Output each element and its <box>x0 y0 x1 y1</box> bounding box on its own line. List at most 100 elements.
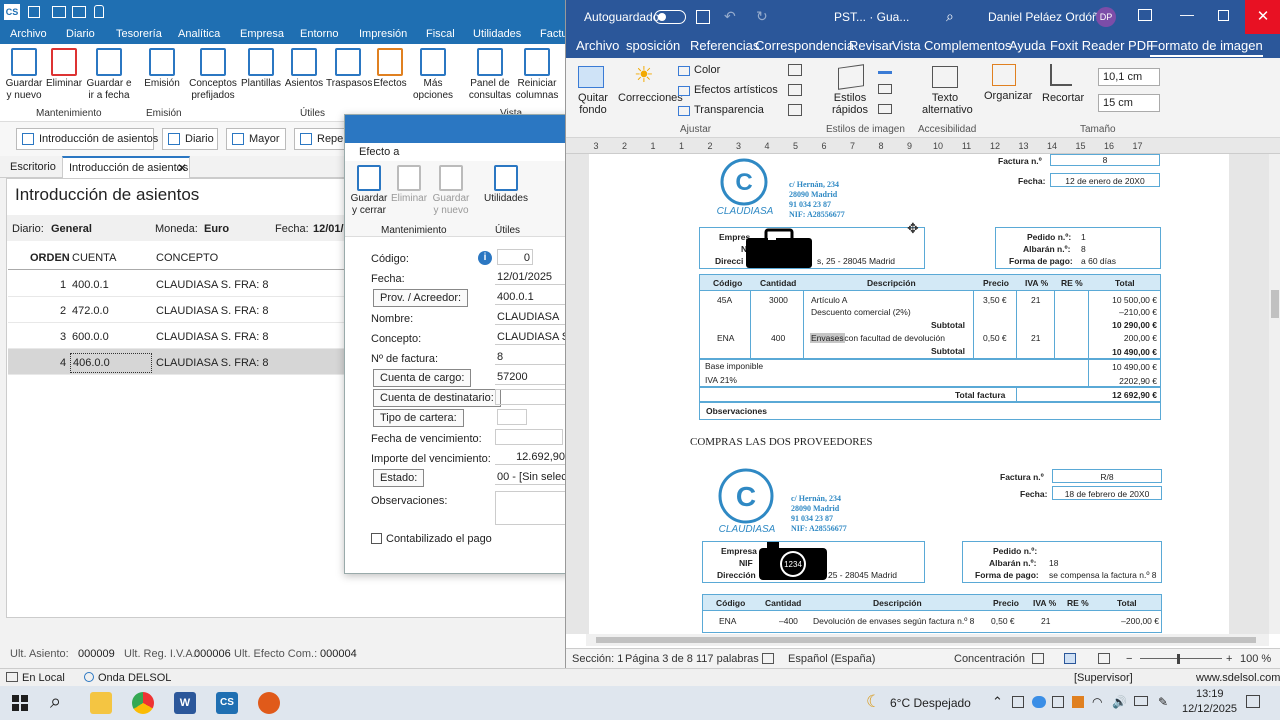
col-orden[interactable]: ORDEN <box>30 252 70 264</box>
info-icon[interactable]: i <box>478 251 492 265</box>
vertical-scrollbar[interactable] <box>1269 154 1280 634</box>
file-explorer-icon[interactable] <box>90 692 112 714</box>
open-icon[interactable] <box>52 6 66 18</box>
border-icon[interactable] <box>878 64 892 74</box>
lock-icon[interactable] <box>94 5 104 18</box>
layout-icon[interactable] <box>878 104 892 114</box>
guardar-cerrar-button[interactable]: Guardar y cerrar <box>349 165 389 217</box>
vencimiento-field[interactable] <box>495 429 563 445</box>
reiniciar-columnas-button[interactable]: Reiniciar columnas <box>514 48 560 102</box>
menu-empresa[interactable]: Empresa <box>240 28 284 40</box>
quick-introduccion-button[interactable]: Introducción de asientos <box>16 128 158 150</box>
estado-button[interactable]: Estado: <box>373 469 425 487</box>
color-button[interactable]: Color <box>694 64 720 76</box>
efectos-button[interactable]: Efectos <box>372 48 408 90</box>
claudiasa-logo[interactable]: C CLAUDIASA <box>713 466 779 535</box>
tray-icon[interactable] <box>1052 696 1064 708</box>
panel-consultas-button[interactable]: Panel de consultas <box>468 48 512 102</box>
section-heading[interactable]: COMPRAS LAS DOS PROVEEDORES <box>690 436 872 448</box>
menu-factu[interactable]: Factu <box>540 28 568 40</box>
chevron-up-icon[interactable]: ⌃ <box>992 694 1003 710</box>
factura-field[interactable]: 8 <box>495 349 571 365</box>
width-input[interactable]: 15 cm <box>1098 94 1160 112</box>
section-indicator[interactable]: Sección: 1 <box>572 653 623 665</box>
hscroll-thumb[interactable] <box>596 637 1256 643</box>
effects-icon[interactable] <box>878 84 892 94</box>
menu-analitica[interactable]: Analítica <box>178 28 220 40</box>
clock-time[interactable]: 13:19 <box>1196 688 1224 700</box>
website-label[interactable]: www.sdelsol.com <box>1196 672 1280 684</box>
new-icon[interactable] <box>28 6 40 18</box>
quick-diario-button[interactable]: Diario <box>162 128 218 150</box>
avatar[interactable]: DP <box>1096 7 1116 27</box>
guardar-nuevo-button[interactable]: Guardar y nuevo <box>4 48 44 102</box>
change-picture-icon[interactable] <box>788 84 802 96</box>
dialog-eliminar-button[interactable]: Eliminar <box>389 165 429 205</box>
menu-fiscal[interactable]: Fiscal <box>426 28 455 40</box>
horizontal-scrollbar[interactable] <box>586 634 1269 646</box>
horizontal-ruler[interactable]: 3 2 1 1 2 3 4 5 6 7 8 9 10 11 12 13 14 15 16 17 <box>566 138 1280 154</box>
dialog-tab[interactable]: Efecto a pagar <box>351 141 423 170</box>
texto-alternativo-button[interactable]: Texto alternativo <box>922 92 973 116</box>
estado-select[interactable]: 00 - [Sin selecció <box>495 469 571 485</box>
menu-tesoreria[interactable]: Tesorería <box>116 28 162 40</box>
importe-field[interactable]: 12.692,90 <box>495 449 567 465</box>
document-page[interactable]: C CLAUDIASA c/ Hernán, 234 28090 Madrid 9… <box>589 154 1229 634</box>
claudiasa-logo[interactable]: C CLAUDIASA <box>711 158 777 217</box>
quick-repercutido-button[interactable]: Repero <box>294 128 350 150</box>
contabilizado-checkbox[interactable] <box>371 533 382 544</box>
zoom-slider-thumb[interactable] <box>1177 654 1180 664</box>
table-row-selected[interactable]: 4 406.0.0 CLAUDIASA S. FRA: 8 <box>8 349 353 375</box>
page-indicator[interactable]: Página 3 de 8 <box>625 653 693 665</box>
cargo-field[interactable]: 57200 <box>495 369 571 385</box>
firefox-icon[interactable] <box>258 692 280 714</box>
zoom-out-icon[interactable]: − <box>1126 653 1132 665</box>
reset-picture-icon[interactable] <box>788 104 802 116</box>
traspasos-button[interactable]: Traspasos <box>326 48 372 90</box>
asientos-button[interactable]: Asientos <box>284 48 324 90</box>
quick-mayor-button[interactable]: Mayor <box>226 128 286 150</box>
tray-icon[interactable] <box>1072 696 1084 708</box>
cuenta-destinatario-button[interactable]: Cuenta de destinatario: <box>373 389 501 407</box>
close-icon[interactable]: ✕ <box>1245 0 1280 34</box>
tab-escritorio[interactable]: Escritorio <box>10 161 56 173</box>
read-mode-icon[interactable] <box>1032 653 1044 664</box>
print-layout-icon[interactable] <box>1064 653 1076 664</box>
ribbon-display-icon[interactable] <box>1138 9 1152 21</box>
menu-entorno[interactable]: Entorno <box>300 28 339 40</box>
web-layout-icon[interactable] <box>1098 653 1110 664</box>
concepto-field[interactable]: CLAUDIASA S. FR <box>495 329 571 345</box>
undo-icon[interactable]: ↶ <box>724 8 736 25</box>
pen-icon[interactable]: ✎ <box>1158 695 1168 709</box>
contasol-app-icon[interactable]: CS <box>216 692 238 714</box>
selected-text[interactable]: Envases <box>810 333 845 343</box>
tab-archivo[interactable]: Archivo <box>576 38 619 53</box>
fecha-field[interactable]: 12/01/2025 <box>495 269 571 285</box>
tab-complementos[interactable]: Complementos <box>924 38 1011 53</box>
menu-utilidades[interactable]: Utilidades <box>473 28 521 40</box>
table-row[interactable]: 1 400.0.1 CLAUDIASA S. FRA: 8 <box>8 271 353 297</box>
save-icon[interactable] <box>696 10 710 24</box>
quitar-fondo-button[interactable]: Quitar fondo <box>576 92 610 116</box>
zoom-level[interactable]: 100 % <box>1240 653 1271 665</box>
mas-opciones-button[interactable]: Más opciones <box>410 48 456 102</box>
maximize-icon[interactable] <box>1218 10 1229 21</box>
word-app-icon[interactable]: W <box>174 692 196 714</box>
onedrive-icon[interactable] <box>1032 696 1046 708</box>
zoom-slider[interactable] <box>1140 658 1222 659</box>
dialog-utilidades-button[interactable]: Utilidades <box>481 165 531 205</box>
folder-icon[interactable] <box>72 6 86 18</box>
search-icon[interactable]: ⌕ <box>50 691 61 714</box>
codigo-field[interactable]: 0 <box>497 249 533 265</box>
weather-label[interactable]: 6°C Despejado <box>890 696 971 710</box>
dialog-guardar-nuevo-button[interactable]: Guardar y nuevo <box>429 165 473 217</box>
transparencia-button[interactable]: Transparencia <box>694 104 764 116</box>
tipo-cartera-button[interactable]: Tipo de cartera: <box>373 409 464 427</box>
tab-ayuda[interactable]: Ayuda <box>1009 38 1046 53</box>
efectos-button[interactable]: Efectos artísticos <box>694 84 778 96</box>
nombre-field[interactable]: CLAUDIASA <box>495 309 571 325</box>
prov-field[interactable]: 400.0.1 <box>495 289 571 305</box>
recortar-button[interactable]: Recortar <box>1042 92 1084 104</box>
tray-icon[interactable] <box>1012 696 1024 708</box>
notifications-icon[interactable] <box>1246 695 1260 708</box>
